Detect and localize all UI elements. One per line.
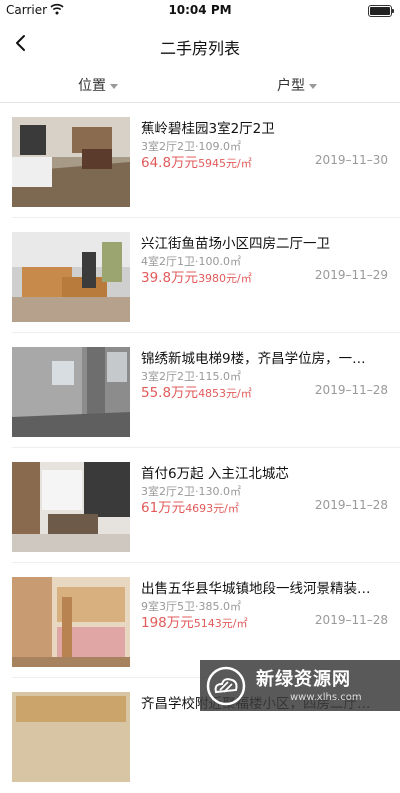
listing-title: 兴江街鱼苗场小区四房二厅一卫: [141, 236, 330, 252]
dropdown-triangle-icon: [110, 83, 118, 89]
filter-bar: 位置 户型: [0, 66, 400, 103]
status-bar: Carrier 10:04 PM: [0, 0, 400, 22]
filter-layout[interactable]: 户型: [277, 75, 317, 95]
listing-photo: [12, 117, 130, 207]
listing-date: 2019–11–29: [314, 268, 388, 282]
listing-title: 出售五华县华城镇地段一线河景精装…: [141, 581, 371, 597]
listing-date: 2019–11–28: [314, 383, 388, 397]
page-title: 二手房列表: [159, 39, 240, 58]
listing-price: 61万元4693元/㎡: [141, 500, 239, 516]
listing-title: 锦绣新城电梯9楼，齐昌学位房，一…: [141, 351, 366, 367]
dropdown-triangle-icon: [309, 83, 317, 89]
navbar: 二手房列表: [0, 22, 400, 66]
listing-photo: [12, 577, 130, 667]
listing-price: 39.8万元3980元/㎡: [141, 270, 252, 286]
listing-photo: [12, 232, 130, 322]
battery-icon: [368, 5, 394, 17]
listing-photo: [12, 692, 130, 782]
watermark: 新绿资源网 www.xlhs.com: [200, 660, 400, 711]
listing-date: 2019–11–28: [314, 613, 388, 627]
status-time: 10:04 PM: [168, 3, 232, 17]
filter-location[interactable]: 位置: [78, 75, 118, 95]
listing-photo: [12, 347, 130, 437]
listing-item[interactable]: 首付6万起 入主江北城芯 3室2厅2卫·130.0㎡ 61万元4693元/㎡ 2…: [0, 448, 400, 563]
listing-price: 198万元5143元/㎡: [141, 615, 248, 631]
listing-title: 首付6万起 入主江北城芯: [141, 466, 289, 482]
listing-item[interactable]: 锦绣新城电梯9楼，齐昌学位房，一… 3室2厅2卫·115.0㎡ 55.8万元48…: [0, 333, 400, 448]
listing-title: 蕉岭碧桂园3室2厅2卫: [141, 121, 275, 137]
listing-item[interactable]: 兴江街鱼苗场小区四房二厅一卫 4室2厅1卫·100.0㎡ 39.8万元3980元…: [0, 218, 400, 333]
cloud-logo-icon: [206, 666, 246, 706]
filter-location-label: 位置: [78, 78, 106, 94]
listing-date: 2019–11–28: [314, 498, 388, 512]
filter-layout-label: 户型: [277, 78, 305, 94]
listing-item[interactable]: 蕉岭碧桂园3室2厅2卫 3室2厅2卫·109.0㎡ 64.8万元5945元/㎡ …: [0, 103, 400, 218]
watermark-title: 新绿资源网: [256, 669, 351, 690]
listing-date: 2019–11–30: [314, 153, 388, 167]
watermark-url: www.xlhs.com: [290, 692, 362, 703]
listing-price: 55.8万元4853元/㎡: [141, 385, 252, 401]
listing-photo: [12, 462, 130, 552]
listing-price: 64.8万元5945元/㎡: [141, 155, 252, 171]
